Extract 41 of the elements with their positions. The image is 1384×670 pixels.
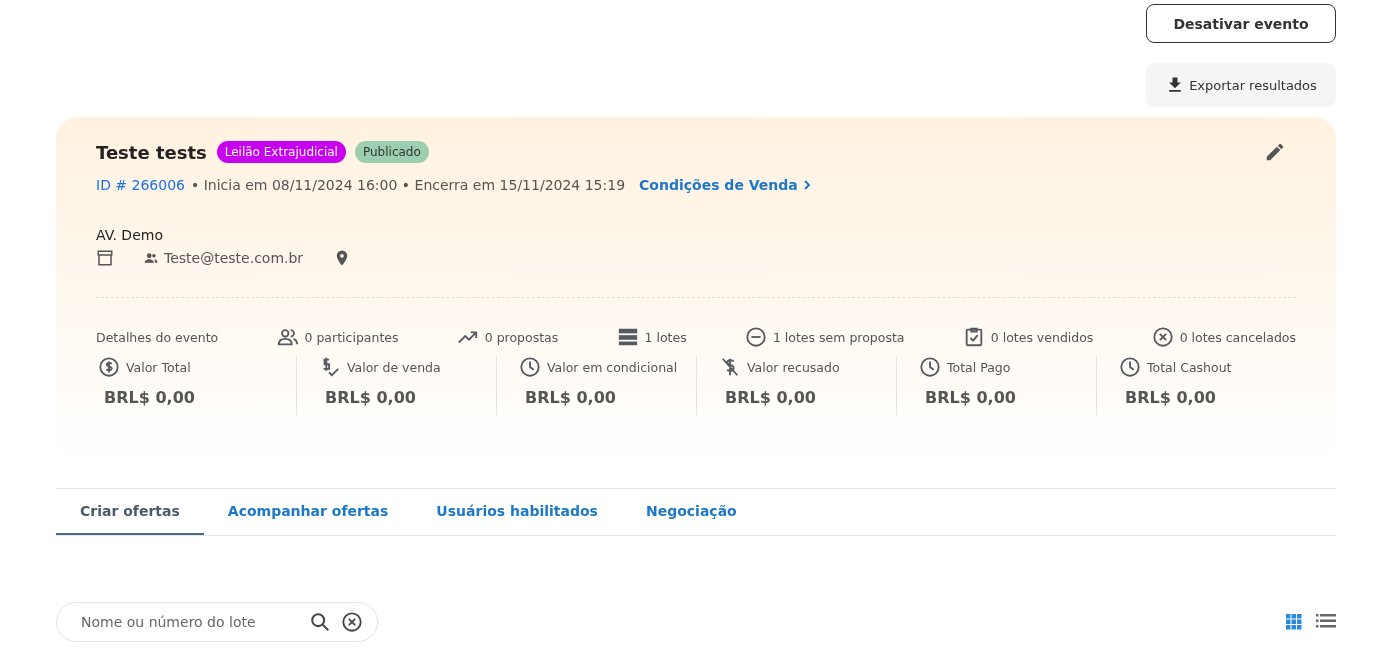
stat-text: 1 lotes sem proposta bbox=[772, 329, 905, 345]
status-tag: Leilão Extrajudicial bbox=[216, 141, 346, 163]
people-icon bbox=[144, 251, 158, 265]
metric-label: Total Pago bbox=[947, 359, 1011, 375]
stat-text: 0 lotes vendidos bbox=[990, 329, 1094, 345]
metric-label: Valor em condicional bbox=[547, 359, 678, 375]
metric-label: Total Cashout bbox=[1147, 359, 1232, 375]
event-title: Teste tests bbox=[96, 141, 207, 163]
organizer-name: AV. Demo bbox=[96, 227, 164, 243]
tab[interactable]: Negociação bbox=[621, 489, 761, 535]
stat-text: 0 propostas bbox=[484, 329, 559, 345]
tab[interactable]: Criar ofertas bbox=[56, 489, 204, 535]
metric-value: BRL$ 0,00 bbox=[724, 388, 817, 407]
list-view-button[interactable] bbox=[1316, 614, 1336, 630]
event-schedule: • Inicia em 08/11/2024 16:00 • Encerra em 15/11/2024 15:19 bbox=[191, 177, 626, 193]
contact-email: Teste@teste.com.br bbox=[164, 250, 304, 266]
metric-value: BRL$ 0,00 bbox=[103, 388, 196, 407]
tab[interactable]: Acompanhar ofertas bbox=[203, 489, 413, 535]
metric-value: BRL$ 0,00 bbox=[924, 388, 1017, 407]
tab[interactable]: Usuários habilitados bbox=[412, 489, 622, 535]
chevron-right-icon bbox=[801, 179, 812, 191]
stat-text: 0 participantes bbox=[304, 329, 399, 345]
sale-conditions-link[interactable]: Condições de Venda bbox=[639, 177, 812, 193]
status-tag: Publicado bbox=[354, 141, 429, 163]
metric-label: Valor de venda bbox=[347, 359, 441, 375]
export-results-button[interactable]: Exportar resultados bbox=[1146, 63, 1336, 107]
details-label: Detalhes do evento bbox=[96, 328, 219, 347]
stat-text: 1 lotes bbox=[644, 329, 687, 345]
search-icon[interactable] bbox=[309, 611, 331, 633]
event-id: ID # 266006 bbox=[96, 177, 185, 193]
metric-value: BRL$ 0,00 bbox=[1124, 388, 1217, 407]
archive-icon[interactable] bbox=[96, 249, 114, 267]
grid-view-button[interactable] bbox=[1286, 614, 1302, 630]
edit-icon[interactable] bbox=[1264, 141, 1286, 163]
metric-label: Valor Total bbox=[126, 359, 191, 375]
metric-label: Valor recusado bbox=[747, 359, 840, 375]
metric-value: BRL$ 0,00 bbox=[524, 388, 617, 407]
deactivate-event-button[interactable]: Desativar evento bbox=[1146, 4, 1336, 43]
clear-icon[interactable] bbox=[341, 611, 363, 633]
stat-text: 0 lotes cancelados bbox=[1179, 329, 1296, 345]
metric-value: BRL$ 0,00 bbox=[324, 388, 417, 407]
